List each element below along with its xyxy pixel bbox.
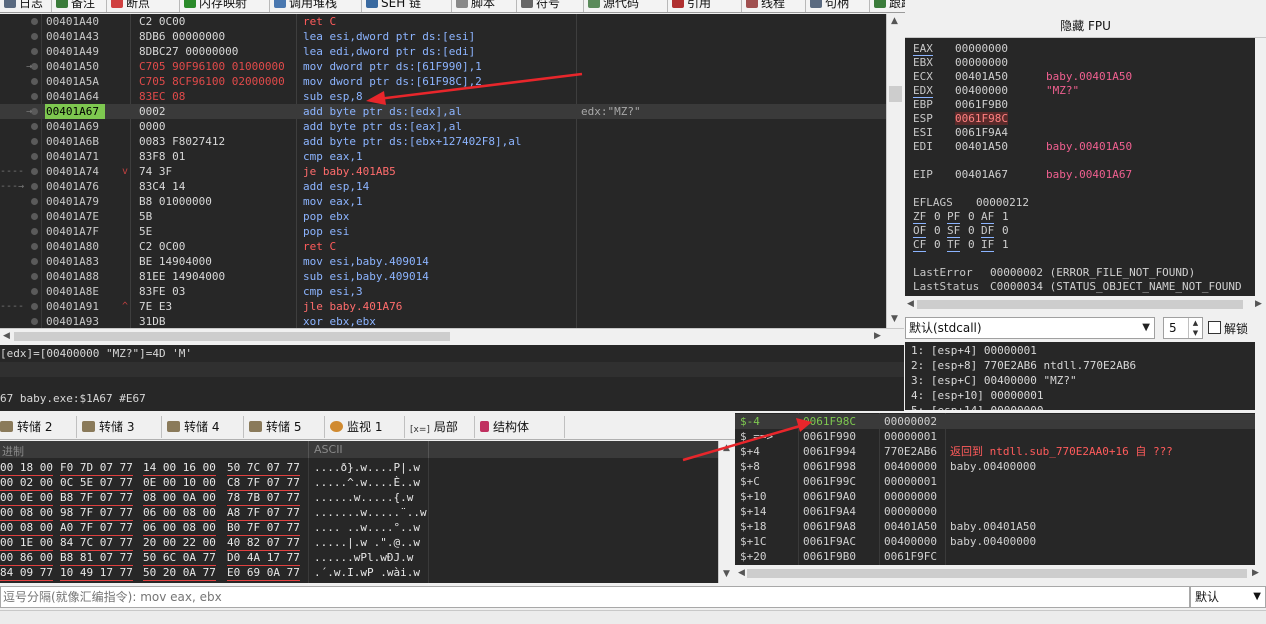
annotation-arrow [682,418,812,462]
annotation-layer [366,72,812,462]
annotation-arrow [366,72,583,105]
